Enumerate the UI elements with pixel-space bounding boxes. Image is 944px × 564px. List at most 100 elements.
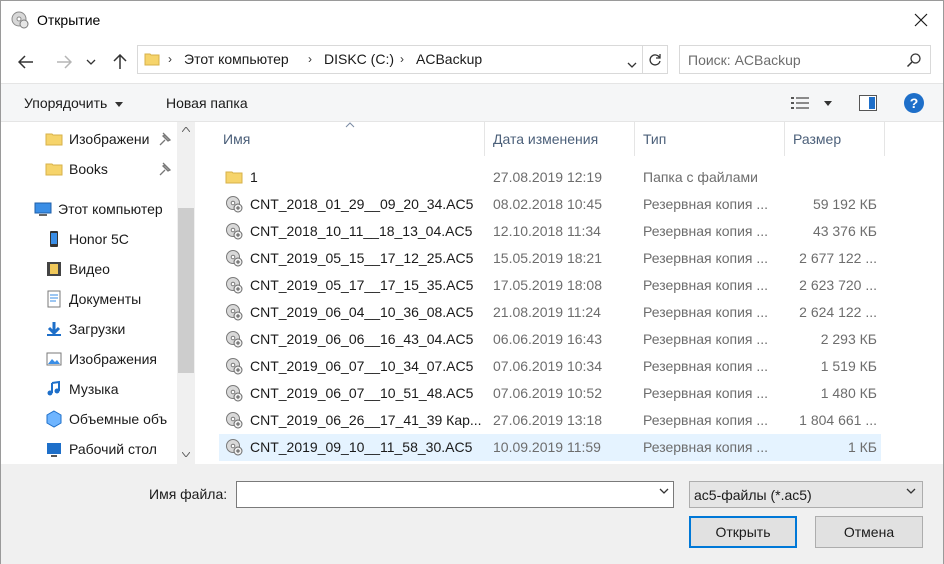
- column-header-label: Имя: [223, 131, 251, 147]
- cancel-button[interactable]: Отмена: [815, 516, 923, 548]
- file-row[interactable]: CNT_2019_06_06__16_43_04.AC5 06.06.2019 1…: [219, 326, 881, 353]
- sidebar-item-desktop[interactable]: Рабочий стол: [45, 434, 157, 464]
- file-row[interactable]: CNT_2019_06_07__10_51_48.AC5 07.06.2019 1…: [219, 380, 881, 407]
- close-button[interactable]: [905, 5, 937, 35]
- column-header-type[interactable]: Тип: [635, 122, 785, 156]
- breadcrumb-separator-icon[interactable]: ›: [308, 52, 312, 66]
- column-header-size[interactable]: Размер: [785, 122, 885, 156]
- scroll-down-icon[interactable]: [182, 452, 190, 457]
- file-row[interactable]: CNT_2019_06_04__10_36_08.AC5 21.08.2019 1…: [219, 299, 881, 326]
- column-header-label: Дата изменения: [493, 131, 599, 147]
- file-date: 07.06.2019 10:52: [493, 385, 602, 401]
- breadcrumb-item[interactable]: Этот компьютер: [184, 51, 289, 67]
- sidebar-item-pictures-pinned[interactable]: Изображени: [45, 124, 149, 154]
- navigation-bar: › Этот компьютер › DISKC (C:) › ACBackup: [1, 39, 943, 83]
- folder-icon: [144, 53, 160, 66]
- file-type: Папка с файлами: [643, 169, 758, 185]
- chevron-down-icon[interactable]: [659, 488, 669, 494]
- sidebar-item-label: Этот компьютер: [58, 201, 163, 217]
- file-date: 21.08.2019 11:24: [493, 304, 601, 320]
- refresh-button[interactable]: [642, 46, 667, 73]
- sidebar-item-label: Books: [69, 161, 108, 177]
- dialog-footer: Имя файла: ac5-файлы (*.ac5) Открыть Отм…: [1, 464, 943, 564]
- open-button[interactable]: Открыть: [689, 516, 797, 548]
- forward-button[interactable]: [53, 51, 75, 73]
- sidebar-item-label: Видео: [69, 261, 110, 277]
- view-options-button[interactable]: [791, 96, 832, 113]
- pin-icon[interactable]: [159, 162, 173, 176]
- sidebar-item-honor-5c[interactable]: Honor 5C: [45, 224, 129, 254]
- filename-combobox[interactable]: [236, 481, 674, 508]
- breadcrumb-item[interactable]: DISKC (C:): [324, 51, 394, 67]
- file-row[interactable]: CNT_2019_05_17__17_15_35.AC5 17.05.2019 1…: [219, 272, 881, 299]
- file-type-dropdown[interactable]: ac5-файлы (*.ac5): [689, 481, 923, 508]
- recent-locations-button[interactable]: [84, 51, 98, 73]
- sidebar-item-downloads[interactable]: Загрузки: [45, 314, 125, 344]
- file-size: 43 376 КБ: [812, 223, 877, 239]
- file-name: 1: [250, 169, 258, 185]
- file-date: 12.10.2018 11:34: [493, 223, 601, 239]
- search-box[interactable]: [679, 45, 931, 74]
- sidebar-scrollbar[interactable]: [177, 122, 195, 464]
- sidebar-item-3d-objects[interactable]: Объемные объ: [45, 404, 167, 434]
- file-name: CNT_2019_06_07__10_34_07.AC5: [250, 358, 474, 374]
- file-row[interactable]: CNT_2018_10_11__18_13_04.AC5 12.10.2018 1…: [219, 218, 881, 245]
- column-header-date[interactable]: Дата изменения: [485, 122, 635, 156]
- sidebar-item-label: Документы: [69, 291, 142, 307]
- pin-icon[interactable]: [159, 132, 173, 146]
- scroll-up-icon[interactable]: [182, 127, 190, 132]
- organize-button[interactable]: Упорядочить: [24, 95, 124, 111]
- file-row[interactable]: CNT_2019_09_10__11_58_30.AC5 10.09.2019 1…: [219, 434, 881, 461]
- file-size: 2 293 КБ: [820, 331, 877, 347]
- preview-pane-button[interactable]: [859, 95, 877, 114]
- scrollbar-thumb[interactable]: [178, 208, 194, 373]
- file-date: 06.06.2019 16:43: [493, 331, 602, 347]
- sidebar-item-this-pc[interactable]: Этот компьютер: [34, 194, 163, 224]
- backup-file-icon: [226, 331, 243, 348]
- breadcrumb-item[interactable]: ACBackup: [416, 51, 482, 67]
- sidebar-item-pictures[interactable]: Изображения: [45, 344, 157, 374]
- help-button[interactable]: ?: [904, 93, 924, 116]
- file-row[interactable]: CNT_2019_06_07__10_34_07.AC5 07.06.2019 1…: [219, 353, 881, 380]
- search-input[interactable]: [688, 51, 898, 69]
- file-type: Резервная копия ...: [643, 304, 769, 320]
- sidebar-item-label: Музыка: [69, 381, 119, 397]
- file-type: Резервная копия ...: [643, 358, 769, 374]
- chevron-down-icon: [627, 62, 637, 68]
- column-header-name[interactable]: Имя: [215, 122, 485, 156]
- file-size: 1 КБ: [847, 439, 877, 455]
- address-history-button[interactable]: [627, 55, 637, 71]
- folder-row[interactable]: 1 27.08.2019 12:19 Папка с файлами: [219, 164, 881, 191]
- sidebar-item-label: Рабочий стол: [69, 441, 157, 457]
- file-row[interactable]: CNT_2019_05_15__17_12_25.AC5 15.05.2019 1…: [219, 245, 881, 272]
- back-button[interactable]: [15, 51, 37, 73]
- sidebar-item-documents[interactable]: Документы: [45, 284, 141, 314]
- file-date: 27.06.2019 13:18: [493, 412, 602, 428]
- new-folder-button[interactable]: Новая папка: [166, 95, 248, 111]
- file-size: 2 623 720 ...: [799, 277, 877, 293]
- folder-icon: [225, 171, 243, 184]
- up-button[interactable]: [109, 51, 131, 73]
- file-date: 07.06.2019 10:34: [493, 358, 602, 374]
- backup-file-icon: [226, 385, 243, 402]
- file-name: CNT_2019_06_04__10_36_08.AC5: [250, 304, 474, 320]
- breadcrumb-separator-icon[interactable]: ›: [168, 52, 172, 66]
- sidebar-item-videos[interactable]: Видео: [45, 254, 110, 284]
- disk-app-icon: [11, 11, 29, 29]
- file-type: Резервная копия ...: [643, 331, 769, 347]
- filename-input[interactable]: [241, 486, 641, 504]
- computer-icon: [34, 202, 52, 216]
- file-name: CNT_2019_05_17__17_15_35.AC5: [250, 277, 474, 293]
- file-type: Резервная копия ...: [643, 385, 769, 401]
- address-bar[interactable]: › Этот компьютер › DISKC (C:) › ACBackup: [137, 45, 668, 74]
- organize-label: Упорядочить: [24, 95, 108, 111]
- sidebar-item-music[interactable]: Музыка: [45, 374, 119, 404]
- file-type: Резервная копия ...: [643, 223, 769, 239]
- file-size: 2 624 122 ...: [799, 304, 877, 320]
- file-name: CNT_2019_06_06__16_43_04.AC5: [250, 331, 474, 347]
- breadcrumb-separator-icon[interactable]: ›: [400, 52, 404, 66]
- file-row[interactable]: CNT_2019_06_26__17_41_39 Кар... 27.06.201…: [219, 407, 881, 434]
- sidebar-item-books[interactable]: Books: [45, 154, 108, 184]
- filename-label: Имя файла:: [149, 486, 228, 502]
- file-row[interactable]: CNT_2018_01_29__09_20_34.AC5 08.02.2018 1…: [219, 191, 881, 218]
